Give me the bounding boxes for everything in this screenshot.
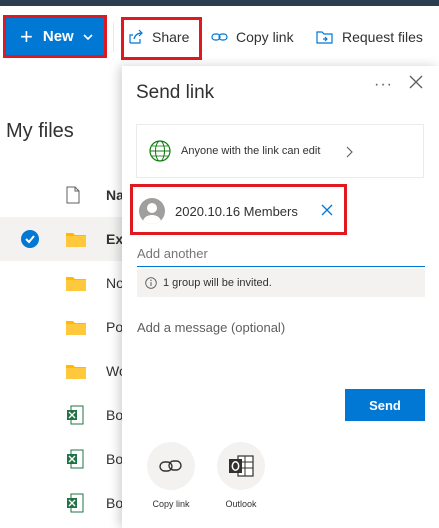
folder-icon (66, 233, 86, 247)
page-title: My files (6, 120, 74, 142)
outlook-icon (217, 442, 265, 490)
folder-icon (66, 277, 86, 291)
excel-icon (67, 493, 84, 513)
command-separator (113, 22, 114, 52)
panel-title: Send link (136, 82, 215, 103)
close-icon[interactable] (408, 74, 424, 90)
link-icon (211, 33, 228, 41)
link-icon (147, 442, 195, 490)
send-button[interactable]: Send (345, 389, 425, 421)
list-header-row[interactable]: Na (0, 173, 124, 217)
more-options-icon[interactable]: ··· (374, 76, 393, 94)
list-item-name: Bo (106, 407, 124, 423)
excel-icon (67, 449, 84, 469)
share-label: Share (152, 29, 190, 45)
list-item[interactable]: Ex (0, 217, 124, 261)
list-item[interactable]: No (0, 261, 124, 305)
chevron-right-icon (346, 146, 353, 158)
file-icon (66, 186, 80, 204)
checkmark-icon[interactable] (21, 230, 39, 248)
folder-icon (66, 365, 86, 379)
recipient-chip-label: 2020.10.16 Members (175, 204, 298, 219)
link-permission-text: Anyone with the link can edit (181, 145, 321, 157)
link-settings-button[interactable]: Anyone with the link can edit (136, 124, 424, 178)
globe-icon (149, 140, 171, 162)
share-icon (129, 29, 143, 44)
new-button[interactable]: + New (6, 18, 104, 55)
list-item[interactable]: Bo (0, 437, 124, 481)
copy-link-label: Copy link (236, 29, 294, 45)
info-text: 1 group will be invited. (163, 277, 272, 289)
folder-icon (66, 321, 86, 335)
info-icon (145, 277, 157, 289)
chevron-down-icon (83, 33, 93, 40)
new-button-label: New (42, 28, 74, 45)
request-files-label: Request files (342, 29, 423, 45)
list-item-name: Ex (106, 231, 124, 247)
outlook-option-label: Outlook (225, 499, 257, 509)
copy-link-button[interactable]: Copy link (211, 29, 294, 45)
list-item-name: Bo (106, 451, 124, 467)
list-item[interactable]: Bo (0, 481, 124, 525)
share-button[interactable]: Share (128, 29, 189, 45)
plus-icon: + (20, 23, 33, 49)
outlook-option[interactable]: Outlook (201, 442, 281, 509)
remove-recipient-icon[interactable] (321, 204, 333, 216)
list-item[interactable]: Bo (0, 393, 124, 437)
message-field[interactable] (137, 312, 425, 392)
copy-link-option[interactable]: Copy link (131, 442, 211, 509)
add-another-input[interactable] (137, 240, 425, 267)
copy-link-option-label: Copy link (152, 499, 190, 509)
avatar (139, 198, 165, 224)
list-item[interactable]: Wo (0, 349, 127, 393)
request-files-icon (316, 31, 333, 44)
list-item[interactable]: Po (0, 305, 124, 349)
info-bar: 1 group will be invited. (137, 269, 425, 297)
request-files-button[interactable]: Request files (316, 29, 423, 45)
list-item-name: Bo (106, 495, 124, 511)
list-item-name: Po (106, 319, 124, 335)
excel-icon (67, 405, 84, 425)
